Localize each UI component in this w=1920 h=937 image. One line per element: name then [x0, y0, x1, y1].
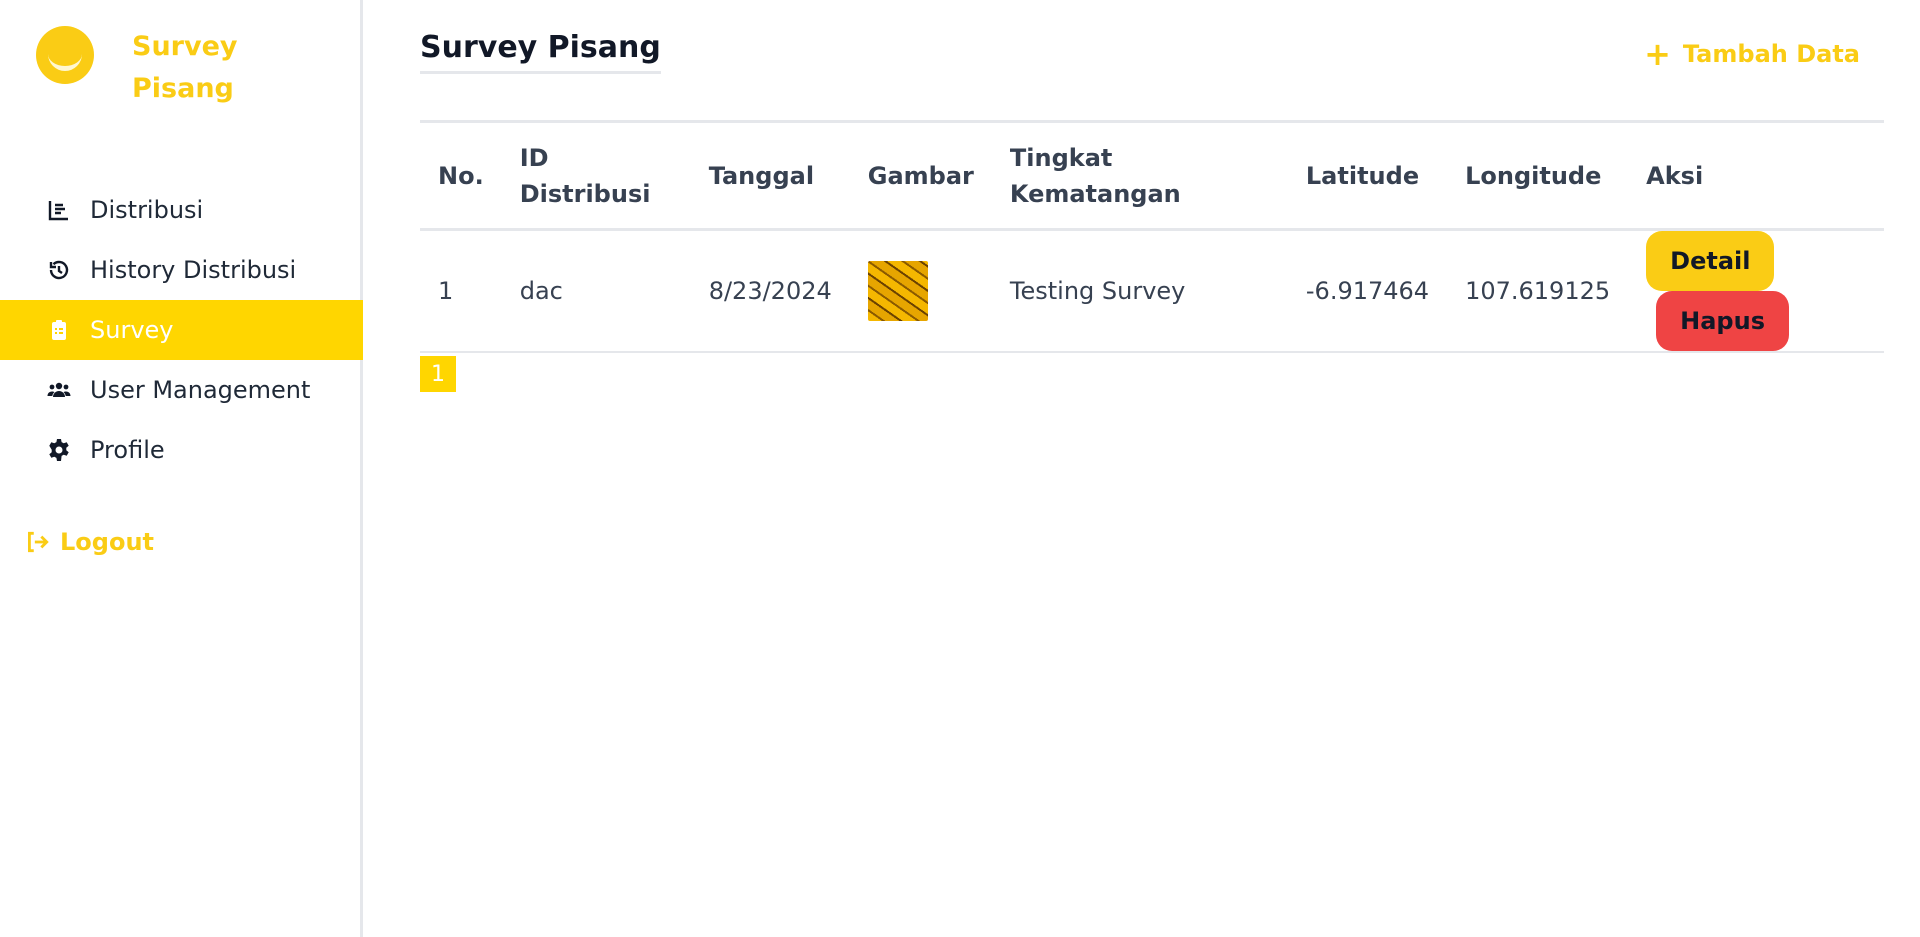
col-tanggal: Tanggal — [708, 161, 815, 190]
col-latitude: Latitude — [1305, 161, 1420, 190]
cell-tingkat-kematangan: Testing Survey — [1009, 277, 1186, 305]
chart-bar-icon — [46, 197, 72, 223]
brand: Survey Pisang — [36, 26, 238, 104]
plus-icon: + — [1644, 35, 1671, 73]
col-longitude: Longitude — [1465, 161, 1602, 190]
cell-longitude: 107.619125 — [1465, 277, 1611, 305]
clipboard-list-icon — [46, 317, 72, 343]
page-title: Survey Pisang — [420, 30, 661, 74]
sidebar-item-profile[interactable]: Profile — [0, 420, 363, 480]
col-aksi: Aksi — [1646, 161, 1704, 190]
cell-id-distribusi: dac — [519, 277, 563, 305]
logout-button[interactable]: Logout — [24, 528, 154, 556]
logout-label: Logout — [60, 528, 155, 556]
sidebar-item-distribusi[interactable]: Distribusi — [0, 180, 363, 240]
cell-no: 1 — [438, 277, 454, 305]
cell-gambar — [850, 230, 992, 353]
table-row: 1 dac 8/23/2024 Testing Survey -6.917464… — [420, 230, 1884, 353]
sidebar-item-user-management[interactable]: User Management — [0, 360, 363, 420]
col-id-distribusi: ID Distribusi — [519, 143, 651, 208]
history-icon — [46, 257, 72, 283]
survey-table: No. ID Distribusi Tanggal Gambar Tingkat… — [420, 120, 1884, 353]
col-no: No. — [438, 161, 484, 190]
col-tingkat-kematangan: Tingkat Kematangan — [1009, 143, 1181, 208]
logout-icon — [28, 531, 49, 553]
add-data-label: Tambah Data — [1682, 40, 1860, 68]
survey-table-container: No. ID Distribusi Tanggal Gambar Tingkat… — [420, 120, 1884, 353]
pagination-page-1[interactable]: 1 — [420, 356, 456, 392]
sidebar-item-label: History Distribusi — [90, 256, 297, 284]
banana-thumbnail — [867, 261, 928, 321]
table-header-row: No. ID Distribusi Tanggal Gambar Tingkat… — [420, 121, 1884, 230]
sidebar-item-label: User Management — [90, 376, 311, 404]
sidebar-item-survey[interactable]: Survey — [0, 300, 363, 360]
add-data-button[interactable]: + Tambah Data — [1644, 38, 1860, 70]
col-gambar: Gambar — [867, 161, 974, 190]
sidebar-item-history-distribusi[interactable]: History Distribusi — [0, 240, 363, 300]
brand-title: Survey Pisang — [132, 31, 238, 104]
sidebar-item-label: Distribusi — [90, 196, 204, 224]
hapus-button[interactable]: Hapus — [1656, 291, 1789, 351]
cell-aksi: DetailHapus — [1628, 230, 1884, 353]
main-content: Survey Pisang + Tambah Data No. ID Distr… — [363, 0, 1920, 937]
users-icon — [46, 377, 72, 403]
logo-icon — [36, 26, 94, 84]
sidebar-item-label: Profile — [90, 436, 165, 464]
sidebar-item-label: Survey — [90, 316, 174, 344]
cell-tanggal: 8/23/2024 — [708, 277, 832, 305]
cell-latitude: -6.917464 — [1305, 277, 1430, 305]
detail-button[interactable]: Detail — [1646, 231, 1775, 291]
sidebar-menu: Distribusi History Distribusi Survey Use… — [0, 180, 363, 480]
sidebar: Survey Pisang Distribusi History Distrib… — [0, 0, 363, 937]
gear-icon — [46, 437, 72, 463]
